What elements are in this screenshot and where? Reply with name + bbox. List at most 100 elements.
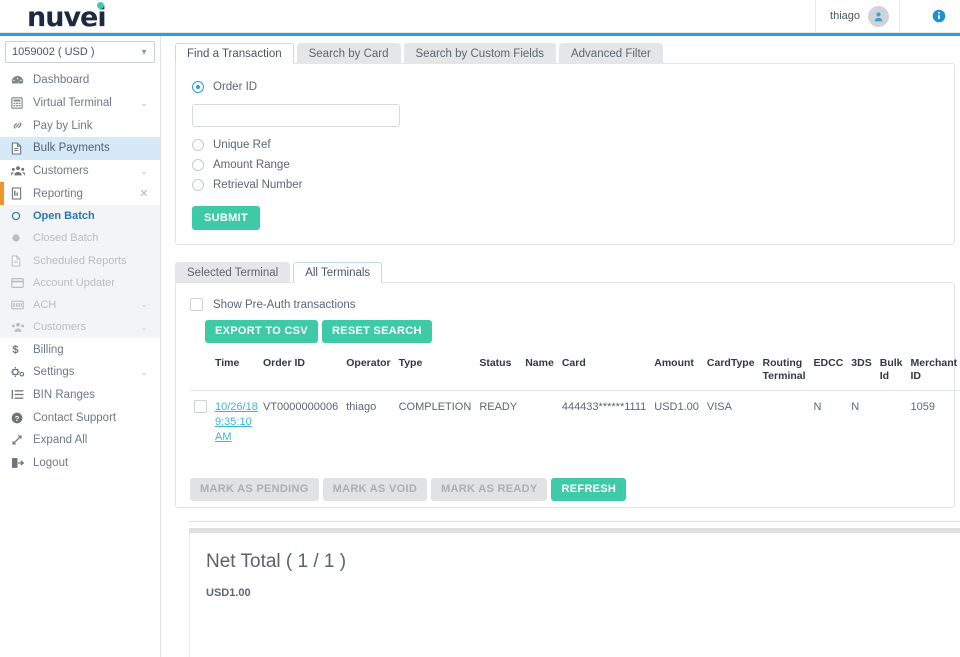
radio-option-order-id[interactable]: Order ID [192,78,938,96]
chevron-down-icon[interactable]: ⌄ [138,166,150,177]
export-actions: EXPORT TO CSV RESET SEARCH [190,320,940,343]
cell-time: 10/26/18 9:35:10 AM [211,391,259,454]
sidebar-item-billing[interactable]: $ Billing [0,338,160,361]
sidebar-item-pay-by-link[interactable]: Pay by Link [0,114,160,137]
tab-all-terminals[interactable]: All Terminals [293,262,382,283]
close-icon[interactable]: ✕ [138,187,150,200]
tab-label: Find a Transaction [187,48,282,60]
sidebar-item-label: Dashboard [33,74,138,86]
sidebar-item-dashboard[interactable]: Dashboard [0,69,160,92]
ach-icon [11,300,26,310]
cell-routing-terminal [759,391,810,454]
sidebar-item-bulk-payments[interactable]: Bulk Payments [0,137,160,160]
radio-retrieval-number[interactable] [192,179,204,191]
sidebar-item-label: Virtual Terminal [33,97,138,109]
sidebar-item-scheduled-reports[interactable]: Scheduled Reports [0,250,160,272]
chevron-down-icon[interactable]: ⌄ [138,98,150,109]
export-to-csv-button[interactable]: EXPORT TO CSV [205,320,318,343]
results-body: Show Pre-Auth transactions EXPORT TO CSV… [176,283,954,464]
chevron-down-icon[interactable]: ⌄ [138,367,150,378]
sidebar-item-bin-ranges[interactable]: BIN Ranges [0,384,160,407]
tab-search-by-custom-fields[interactable]: Search by Custom Fields [404,43,556,64]
sidebar-item-closed-batch[interactable]: Closed Batch [0,227,160,249]
cell-bulk-id [876,391,907,454]
sidebar-item-label: BIN Ranges [33,389,138,401]
user-icon [873,11,884,22]
row-actions: MARK AS PENDING MARK AS VOID MARK AS REA… [190,478,954,501]
info-icon [932,9,946,23]
sidebar-item-account-updater[interactable]: Account Updater [0,272,160,294]
radio-option-unique-ref[interactable]: Unique Ref [192,136,938,154]
sidebar-item-settings[interactable]: Settings ⌄ [0,361,160,384]
radio-unique-ref[interactable] [192,139,204,151]
cell-merchant-id: 1059 [907,391,960,454]
table-body: 10/26/18 9:35:10 AM VT0000000006 thiago … [190,391,960,454]
radio-option-retrieval-number[interactable]: Retrieval Number [192,176,938,194]
sidebar-item-customers[interactable]: Customers ⌄ [0,160,160,183]
tab-search-by-card[interactable]: Search by Card [297,43,401,64]
radio-amount-range[interactable] [192,159,204,171]
section-divider [189,521,960,522]
sidebar-item-label: Customers [33,165,138,177]
sidebar-item-contact-support[interactable]: ? Contact Support [0,406,160,429]
search-input[interactable] [192,104,400,127]
sidebar-item-expand-all[interactable]: Expand All [0,429,160,452]
sidebar-item-label: Bulk Payments [33,142,138,154]
cell-card: 444433******1111 [558,391,650,454]
show-preauth-checkbox[interactable] [190,298,203,311]
row-select-cell[interactable] [190,391,211,454]
tab-selected-terminal[interactable]: Selected Terminal [175,262,290,283]
sidebar-item-ach[interactable]: ACH ⌄ [0,294,160,316]
sidebar-item-virtual-terminal[interactable]: Virtual Terminal ⌄ [0,92,160,115]
transactions-table: Time Order ID Operator Type Status Name … [190,357,960,454]
table-row[interactable]: 10/26/18 9:35:10 AM VT0000000006 thiago … [190,391,960,454]
sidebar-item-reporting[interactable]: Reporting ✕ [0,182,160,205]
user-menu[interactable]: thiago [815,0,900,32]
radio-option-amount-range[interactable]: Amount Range [192,156,938,174]
search-panel: Order ID Unique Ref Amount Range Retriev… [175,63,955,245]
search-tabs: Find a Transaction Search by Card Search… [175,40,955,64]
col-bulk-id: Bulk Id [876,357,907,391]
avatar[interactable] [868,6,889,27]
radio-order-id[interactable] [192,81,204,93]
terminal-icon [11,97,26,109]
sidebar-item-customers-sub[interactable]: Customers ⌄ [0,316,160,338]
row-checkbox[interactable] [194,400,207,413]
merchant-select[interactable]: 1059002 ( USD ) ▼ [5,41,155,63]
sidebar-item-open-batch[interactable]: Open Batch [0,205,160,227]
help-icon: ? [11,412,26,424]
svg-text:$: $ [12,344,19,356]
mark-as-void-button[interactable]: MARK AS VOID [323,478,427,501]
preauth-filter-row[interactable]: Show Pre-Auth transactions [190,298,940,311]
sidebar-item-label: Billing [33,344,138,356]
info-button[interactable] [932,9,946,23]
tab-find-a-transaction[interactable]: Find a Transaction [175,43,294,64]
merchant-select-value: 1059002 ( USD ) [12,46,95,58]
refresh-button[interactable]: REFRESH [551,478,626,501]
sidebar-item-label: Logout [33,457,138,469]
chevron-down-icon[interactable]: ⌄ [138,299,150,310]
mark-as-pending-button[interactable]: MARK AS PENDING [190,478,319,501]
list-icon [11,389,26,400]
card-icon [11,278,26,288]
radio-label: Order ID [213,81,257,93]
tab-advanced-filter[interactable]: Advanced Filter [559,43,663,64]
submit-button[interactable]: SUBMIT [192,206,260,230]
reset-search-button[interactable]: RESET SEARCH [322,320,432,343]
sidebar-item-logout[interactable]: Logout [0,452,160,475]
user-name-label: thiago [830,10,860,22]
link-icon [11,119,26,132]
transaction-time-link[interactable]: 10/26/18 9:35:10 AM [215,400,255,445]
net-total-title: Net Total ( 1 / 1 ) [206,551,955,573]
radio-label: Unique Ref [213,139,271,151]
sidebar-item-label: Pay by Link [33,120,138,132]
expand-icon [11,434,26,446]
mark-as-ready-button[interactable]: MARK AS READY [431,478,547,501]
col-amount: Amount [650,357,703,391]
tab-label: Search by Card [309,48,389,60]
col-type: Type [395,357,476,391]
circle-filled-icon [11,233,26,243]
chevron-down-icon[interactable]: ⌄ [138,322,150,333]
cell-type: COMPLETION [395,391,476,454]
sidebar-item-label: Account Updater [33,277,138,289]
